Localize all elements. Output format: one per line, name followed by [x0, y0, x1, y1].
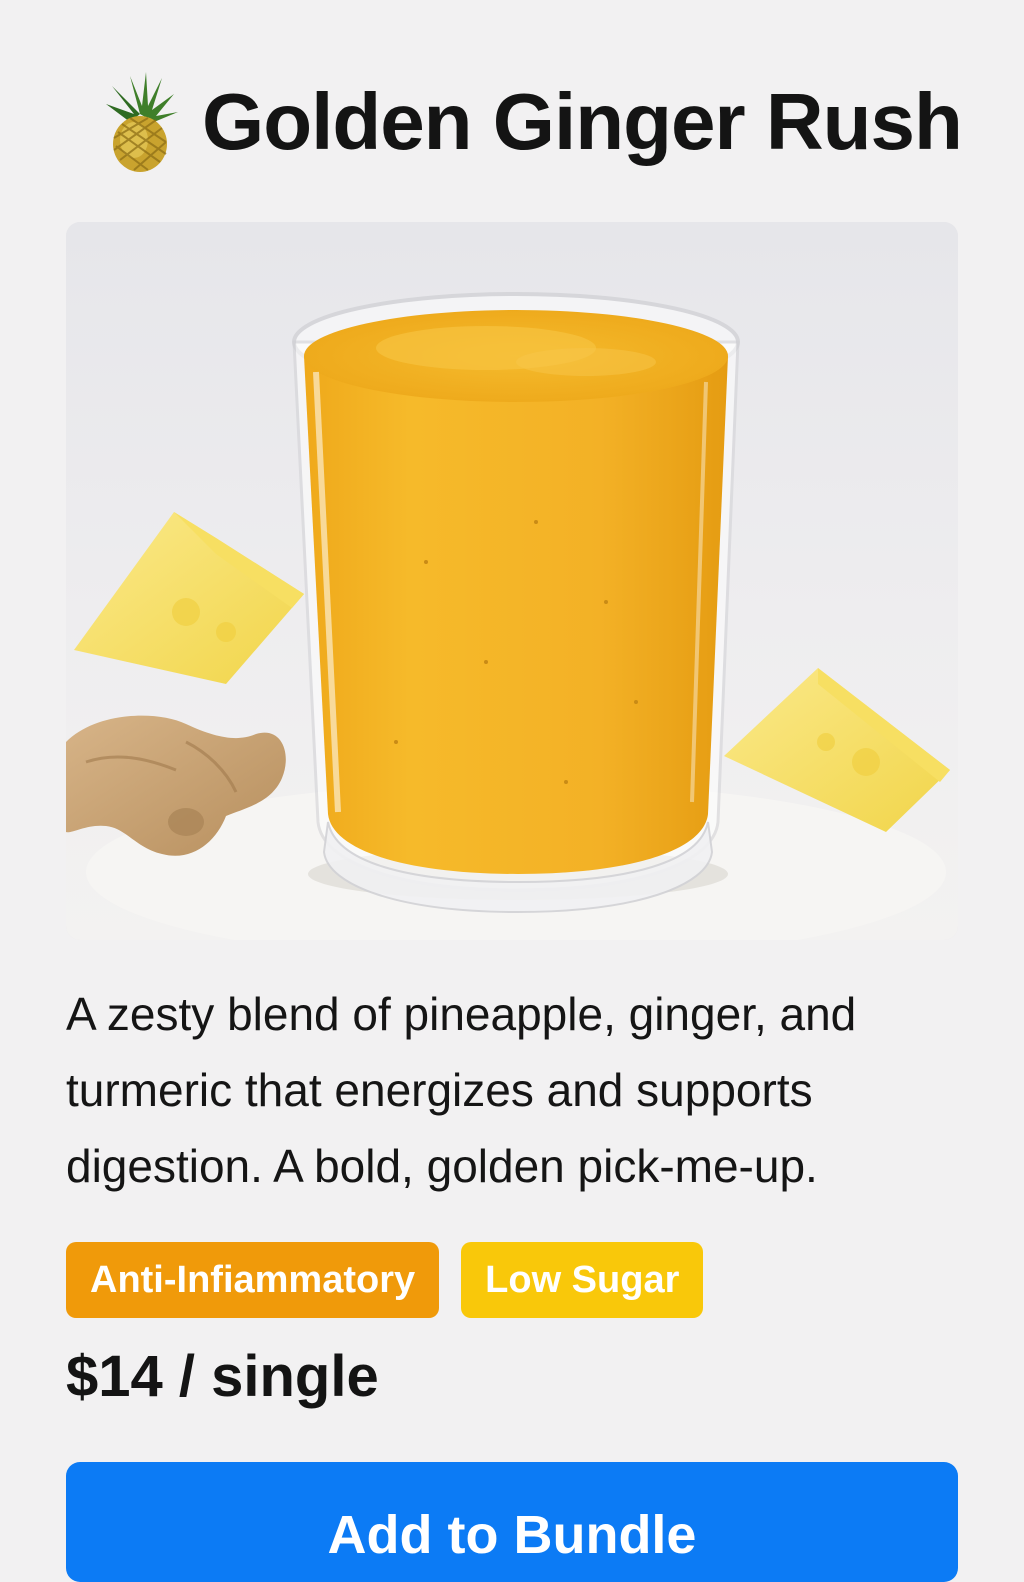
add-to-bundle-button[interactable]: Add to Bundle	[66, 1462, 958, 1582]
product-description: A zesty blend of pineapple, ginger, and …	[66, 988, 857, 1192]
pineapple-icon	[106, 72, 178, 172]
tag-anti-inflammatory: Anti-Infiammatory	[66, 1242, 440, 1318]
tag-low-sugar: Low Sugar	[461, 1242, 704, 1318]
price-label: $14 / single	[66, 1344, 379, 1409]
page-title: Golden Ginger Rush	[202, 77, 963, 166]
smoothie-photo	[66, 222, 958, 940]
page-header: Golden Ginger Rush	[100, 66, 963, 178]
tag-list: Anti-Infiammatory Low Sugar	[66, 1242, 704, 1318]
